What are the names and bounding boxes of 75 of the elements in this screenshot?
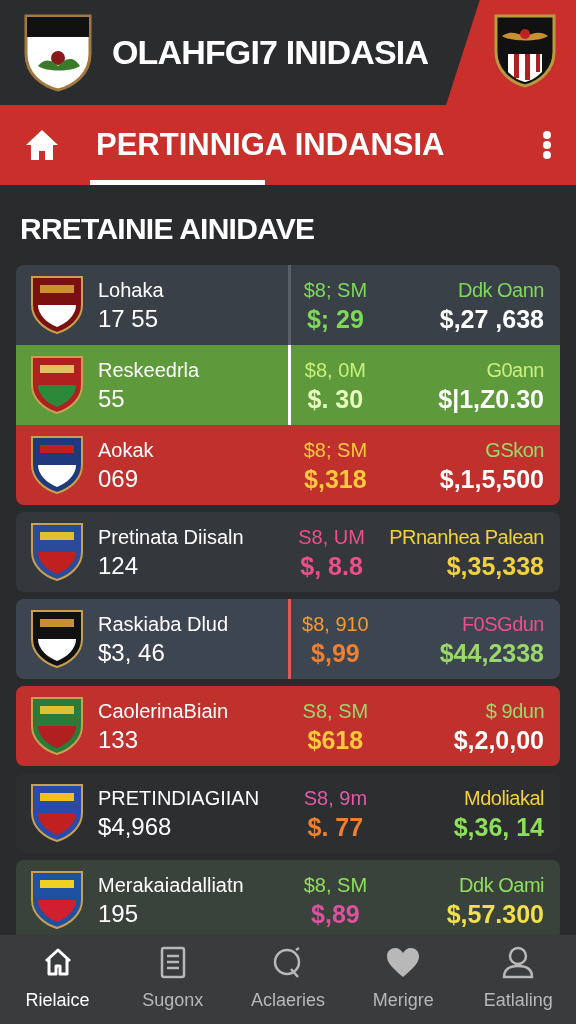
stat-label: Mdoliakal [464, 786, 544, 811]
team-row[interactable]: Merakaiadalliatn 195 $8, SM $,89 Ddk Oami $,57.300 [16, 860, 560, 935]
stat-label: Ddk Oann [457, 278, 544, 303]
stat-label: PRnanhea Palean [389, 525, 544, 550]
stat-value: $,2,0,00 [453, 725, 544, 755]
stat-label: $ 9dun [485, 699, 544, 724]
team-row[interactable]: Pretinata Diisaln 124 S8, UM $, 8.8 PRnanhea Palean $,35,338 [16, 512, 560, 592]
stat-value: $,27 ,638 [439, 304, 544, 334]
team-name: Lohaka [98, 278, 165, 303]
stat-value: $618 [307, 725, 364, 755]
team-row[interactable]: CaolerinaBiain 133 S8, SM $618 $ 9dun $,2,0,00 [16, 686, 560, 766]
tab[interactable]: PERTINNIGA INDANSIA [96, 121, 445, 169]
nav-tab[interactable]: Merigre [348, 945, 459, 1014]
team-name: Raskiaba Dlud [98, 612, 230, 637]
home-icon[interactable] [24, 128, 60, 162]
stat-label: S8, 9m [303, 786, 368, 811]
nav-tab[interactable]: Sugonx [117, 945, 228, 1014]
stat-value: $|1,Z0.30 [438, 384, 544, 414]
crest-icon [30, 870, 84, 930]
stat-label: $8, SM [303, 873, 368, 898]
team-value: 17 55 [98, 304, 160, 334]
team-name: CaolerinaBiain [98, 699, 230, 724]
team-row[interactable]: Aokak 069 $8; SM $,318 GSkon $,1,5,500 [16, 425, 560, 505]
nav-tab[interactable]: Eatlaling [463, 945, 574, 1014]
team-name: Merakaiadalliatn [98, 873, 245, 898]
nav-tab[interactable]: Rielaice [2, 945, 113, 1014]
crest-icon [30, 783, 84, 843]
stat-value: $,89 [311, 899, 360, 929]
stat-value: $,57.300 [446, 899, 544, 929]
stat-label: F0SGdun [461, 612, 544, 637]
team-value: 55 [98, 384, 126, 414]
team-row[interactable]: Reskeedrla 55 $8, 0M $. 30 G0ann $|1,Z0.30 [16, 345, 560, 425]
stat-value: $,36, 14 [453, 812, 544, 842]
crest-icon [30, 609, 84, 669]
stat-label: S8, UM [298, 525, 365, 550]
stat-value: $. 30 [307, 384, 364, 414]
nav-tab[interactable]: Aclaeries [232, 945, 343, 1014]
crest-icon [24, 13, 92, 92]
team-name: Reskeedrla [98, 358, 201, 383]
app-title: OLAHFGI7 INIDASIA [112, 32, 429, 73]
stat-label: $8; SM [303, 438, 368, 463]
team-value: $4,968 [98, 812, 173, 842]
stat-label: G0ann [486, 358, 544, 383]
team-value: 195 [98, 899, 140, 929]
team-value: 124 [98, 551, 140, 581]
team-row[interactable]: Raskiaba Dlud $3, 46 $8, 910 $,99 F0SGdun $44,2338 [16, 599, 560, 679]
stat-value: $, 8.8 [300, 551, 363, 581]
stat-value: $44,2338 [439, 638, 544, 668]
stat-label: Ddk Oami [459, 873, 544, 898]
section-title: RRETAINIE AINIDAVE [20, 210, 315, 247]
stat-value: $; 29 [306, 304, 364, 334]
stat-value: $,99 [311, 638, 360, 668]
team-value: $3, 46 [98, 638, 166, 668]
stat-value: $,35,338 [446, 551, 544, 581]
more-icon[interactable] [542, 130, 552, 160]
stat-label: S8, SM [302, 699, 369, 724]
team-name: PRETINDIAGIIAN [98, 786, 261, 811]
stat-value: $. 77 [307, 812, 364, 842]
crest-icon [30, 355, 84, 415]
stat-label: $8, 0M [304, 358, 366, 383]
stat-label: $8, 910 [302, 612, 369, 637]
crest-icon [494, 14, 556, 88]
stat-label: GSkon [485, 438, 544, 463]
crest-icon [30, 522, 84, 582]
stat-value: $,1,5,500 [439, 464, 544, 494]
team-name: Pretinata Diisaln [98, 525, 245, 550]
team-row[interactable]: Lohaka 17 55 $8; SM $; 29 Ddk Oann $,27 ,638 [16, 265, 560, 345]
crest-icon [30, 696, 84, 756]
team-value: 069 [98, 464, 140, 494]
crest-icon [30, 435, 84, 495]
stat-label: $8; SM [303, 278, 368, 303]
stat-value: $,318 [304, 464, 367, 494]
team-value: 133 [98, 725, 140, 755]
crest-icon [30, 275, 84, 335]
team-name: Aokak [98, 438, 155, 463]
